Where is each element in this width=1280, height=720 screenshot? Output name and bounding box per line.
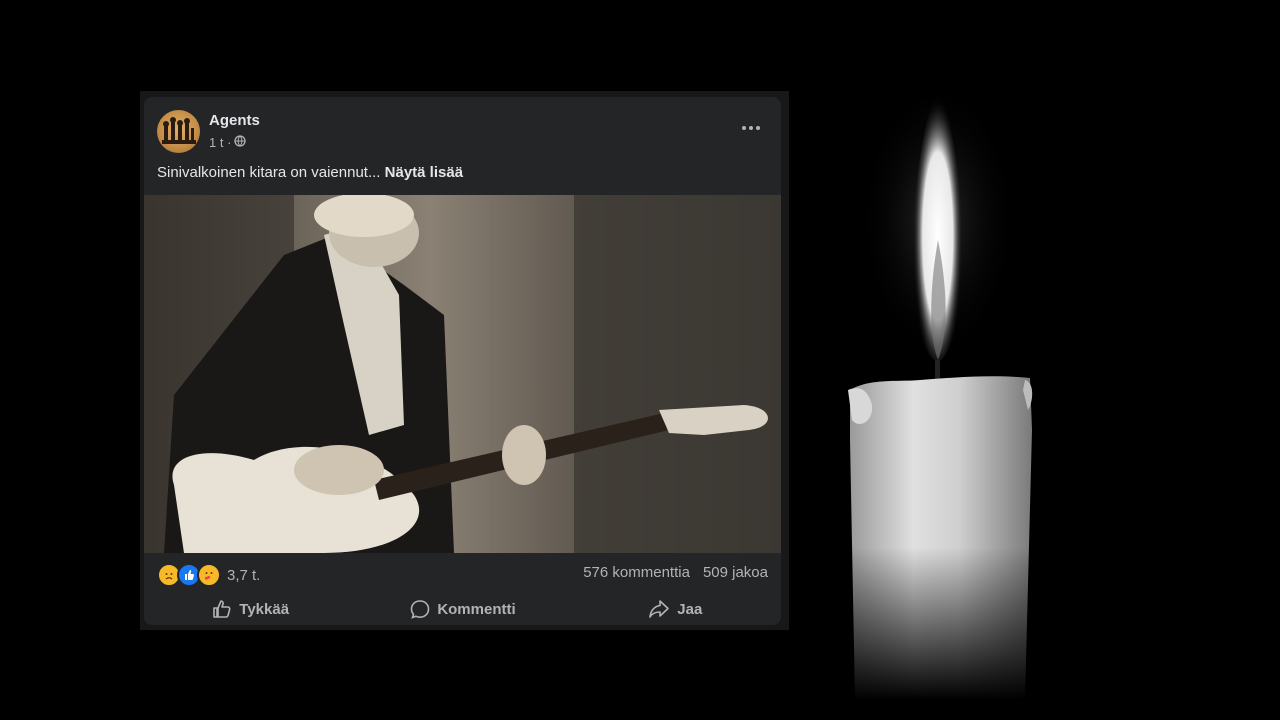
share-arrow-icon <box>649 600 670 618</box>
post-time[interactable]: 1 t · <box>209 135 231 150</box>
more-options-button[interactable] <box>735 117 767 139</box>
post-card: Agents 1 t · Sinivalkoinen kitara on vai… <box>144 97 781 625</box>
share-button[interactable]: Jaa <box>569 593 781 625</box>
globe-icon <box>234 135 247 150</box>
thumbs-up-icon <box>213 600 231 618</box>
comments-count[interactable]: 576 kommenttia <box>583 564 690 581</box>
post-body: Sinivalkoinen kitara on vaiennut... <box>157 164 381 181</box>
see-more-link[interactable]: Näytä lisää <box>385 164 463 181</box>
like-label: Tykkää <box>239 600 290 618</box>
ellipsis-icon <box>742 126 760 130</box>
like-button[interactable]: Tykkää <box>144 593 356 625</box>
shares-count[interactable]: 509 jakoa <box>703 564 768 581</box>
post-meta: 1 t · <box>209 135 247 150</box>
reaction-count: 3,7 t. <box>227 566 261 584</box>
page-avatar[interactable] <box>157 110 200 153</box>
facebook-post-screenshot: Agents 1 t · Sinivalkoinen kitara on vai… <box>140 91 789 630</box>
page-name[interactable]: Agents <box>209 112 260 129</box>
share-label: Jaa <box>677 600 703 618</box>
post-photo[interactable] <box>144 193 781 553</box>
comment-label: Kommentti <box>437 600 516 618</box>
care-reaction-icon <box>197 563 221 587</box>
comment-icon <box>411 600 430 619</box>
memorial-candle-image <box>820 60 1060 700</box>
comment-button[interactable]: Kommentti <box>356 593 568 625</box>
post-text: Sinivalkoinen kitara on vaiennut... Näyt… <box>157 164 463 181</box>
reactions-summary[interactable]: 3,7 t. <box>157 563 260 587</box>
post-stats: 576 kommenttia 509 jakoa <box>583 564 768 581</box>
post-actions: Tykkää Kommentti Jaa <box>144 593 781 625</box>
